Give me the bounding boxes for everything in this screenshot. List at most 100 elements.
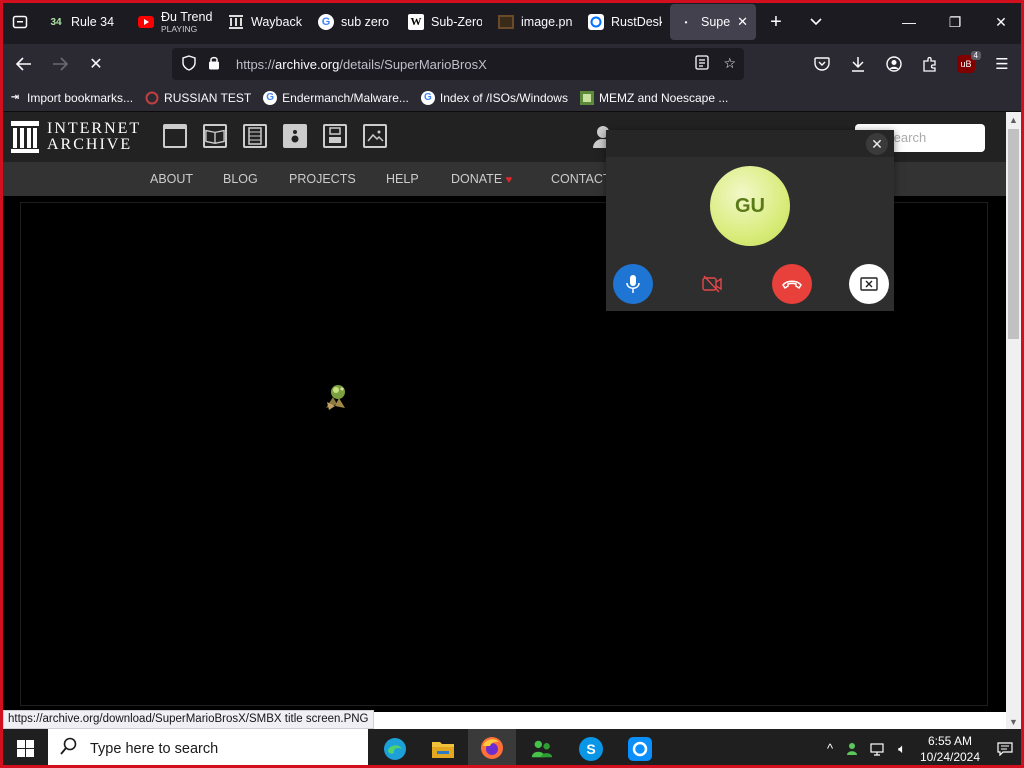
texts-book-icon[interactable] bbox=[203, 124, 227, 148]
taskbar-firefox[interactable] bbox=[468, 729, 516, 768]
bookmark-endermanch-malware[interactable]: G Endermanch/Malware... bbox=[263, 90, 409, 105]
nav-about[interactable]: ABOUT bbox=[150, 172, 193, 186]
tab-image[interactable]: image.pn bbox=[490, 4, 580, 40]
back-arrow-icon[interactable] bbox=[6, 48, 42, 80]
close-tab-icon[interactable]: ✕ bbox=[737, 14, 748, 30]
taskbar-search-placeholder: Type here to search bbox=[90, 740, 219, 757]
tab-wayback[interactable]: Wayback bbox=[220, 4, 310, 40]
scroll-thumb[interactable] bbox=[1008, 129, 1019, 339]
bookmark-russian-test[interactable]: RUSSIAN TEST bbox=[145, 91, 251, 105]
image-favicon bbox=[498, 14, 514, 30]
tab-sub-zero-search[interactable]: G sub zero bbox=[310, 4, 400, 40]
network-icon[interactable] bbox=[866, 742, 890, 756]
bookmark-index-isos-windows[interactable]: G Index of /ISOs/Windows bbox=[420, 90, 568, 105]
close-window-icon[interactable]: ✕ bbox=[978, 0, 1024, 44]
bookmarks-toolbar: ⇥ Import bookmarks... RUSSIAN TEST G End… bbox=[0, 84, 1024, 112]
reader-view-icon[interactable] bbox=[695, 55, 710, 73]
firefox-view-button[interactable] bbox=[0, 0, 40, 44]
tab-sub-zero-wiki[interactable]: W Sub-Zero bbox=[400, 4, 490, 40]
taskbar-rustdesk[interactable] bbox=[616, 729, 664, 768]
images-icon[interactable] bbox=[363, 124, 387, 148]
taskbar-file-explorer[interactable] bbox=[419, 729, 467, 768]
web-icon[interactable] bbox=[163, 124, 187, 148]
nav-blog[interactable]: BLOG bbox=[223, 172, 258, 186]
address-bar[interactable]: https://archive.org/details/SuperMarioBr… bbox=[172, 48, 744, 80]
firefox-icon bbox=[480, 736, 504, 760]
loading-favicon: • bbox=[684, 17, 688, 27]
tracking-protection-shield-icon[interactable] bbox=[182, 54, 196, 74]
screen-share-button[interactable] bbox=[849, 264, 889, 304]
edge-icon bbox=[383, 737, 407, 761]
people-icon bbox=[530, 737, 554, 761]
avatar: GU bbox=[710, 166, 790, 246]
list-all-tabs-chevron-icon[interactable] bbox=[796, 0, 836, 44]
minimize-icon[interactable]: — bbox=[886, 0, 932, 44]
bookmark-star-icon[interactable]: ☆ bbox=[723, 55, 736, 73]
nav-contact[interactable]: CONTACT bbox=[551, 172, 611, 186]
hang-up-button[interactable] bbox=[772, 264, 812, 304]
link-status-url: https://archive.org/download/SuperMarioB… bbox=[3, 710, 374, 729]
restore-icon[interactable]: ❐ bbox=[932, 0, 978, 44]
app-menu-hamburger-icon[interactable]: ☰ bbox=[988, 48, 1016, 80]
bookmark-memz-noescape[interactable]: MEMZ and Noescape ... bbox=[579, 90, 728, 105]
nav-donate[interactable]: DONATE ♥ bbox=[451, 172, 512, 186]
loading-sprite-icon bbox=[326, 385, 345, 410]
stop-loading-icon[interactable]: ✕ bbox=[78, 48, 114, 80]
video-film-icon[interactable] bbox=[243, 124, 267, 148]
taskbar-people[interactable] bbox=[518, 729, 566, 768]
windows-logo-icon bbox=[16, 740, 34, 757]
ia-media-icons bbox=[163, 124, 387, 148]
camera-off-button[interactable] bbox=[692, 264, 732, 304]
new-tab-button[interactable]: + bbox=[756, 0, 796, 44]
import-icon: ⇥ bbox=[10, 92, 20, 103]
url-domain: archive.org bbox=[275, 56, 340, 72]
ia-logo[interactable]: INTERNET ARCHIVE bbox=[11, 121, 141, 153]
google-favicon: G bbox=[420, 90, 435, 105]
playing-label: PLAYING bbox=[161, 23, 198, 34]
hang-up-phone-icon bbox=[782, 280, 802, 290]
taskbar-skype[interactable]: S bbox=[567, 729, 615, 768]
tab-du-trend[interactable]: Đu Trend PLAYING bbox=[130, 4, 220, 40]
tab-strip: 34 Rule 34 Đu Trend PLAYING Wayback G sub… bbox=[0, 0, 1024, 44]
taskbar-edge[interactable] bbox=[371, 729, 419, 768]
people-tray-icon[interactable] bbox=[842, 742, 866, 756]
pocket-icon[interactable] bbox=[808, 48, 836, 80]
start-button[interactable] bbox=[3, 729, 47, 768]
system-clock[interactable]: 6:55 AM 10/24/2024 bbox=[914, 733, 986, 765]
tab-rustdesk[interactable]: RustDesk bbox=[580, 4, 670, 40]
lock-icon[interactable] bbox=[208, 55, 220, 73]
taskbar-search-box[interactable]: Type here to search bbox=[48, 729, 368, 768]
voice-call-widget: ✕ GU bbox=[606, 130, 894, 311]
audio-speaker-icon[interactable] bbox=[283, 124, 307, 148]
nav-projects[interactable]: PROJECTS bbox=[289, 172, 356, 186]
tab-rule34[interactable]: 34 Rule 34 bbox=[40, 4, 130, 40]
rule34-favicon: 34 bbox=[50, 16, 62, 28]
call-widget-header[interactable] bbox=[606, 130, 894, 157]
vertical-scrollbar[interactable]: ▲ ▼ bbox=[1006, 112, 1021, 729]
skype-icon: S bbox=[579, 736, 603, 761]
downloads-icon[interactable] bbox=[844, 48, 872, 80]
forward-arrow-icon[interactable] bbox=[42, 48, 78, 80]
ublock-badge: 4 bbox=[970, 51, 981, 60]
toolbar-right: uB 4 ☰ bbox=[808, 48, 1016, 80]
account-icon[interactable] bbox=[880, 48, 908, 80]
url-text[interactable]: https://archive.org/details/SuperMarioBr… bbox=[236, 57, 487, 72]
notifications-icon[interactable] bbox=[986, 741, 1024, 756]
bookmark-import[interactable]: ⇥ Import bookmarks... bbox=[8, 91, 133, 105]
scroll-up-arrow-icon[interactable]: ▲ bbox=[1006, 112, 1021, 127]
tab-super-mario[interactable]: • Super ✕ bbox=[670, 4, 756, 40]
extensions-puzzle-icon[interactable] bbox=[916, 48, 944, 80]
internet-archive-favicon bbox=[228, 14, 244, 30]
close-call-widget-icon[interactable]: ✕ bbox=[866, 133, 888, 155]
scroll-down-arrow-icon[interactable]: ▼ bbox=[1006, 714, 1021, 729]
navigation-toolbar: ✕ https://archive.org/details/SuperMario… bbox=[0, 44, 1024, 84]
nav-donate-label: DONATE bbox=[451, 172, 503, 186]
microphone-button[interactable] bbox=[613, 264, 653, 304]
ublock-origin-icon[interactable]: uB 4 bbox=[957, 51, 981, 73]
volume-icon[interactable]: 🔈︎ bbox=[890, 741, 914, 757]
software-floppy-icon[interactable] bbox=[323, 124, 347, 148]
ia-logo-line2: ARCHIVE bbox=[47, 136, 133, 153]
nav-help[interactable]: HELP bbox=[386, 172, 419, 186]
windows-taskbar: Type here to search S ^ 🔈︎ 6:55 AM 10/24… bbox=[0, 729, 1024, 768]
show-hidden-icons-chevron-icon[interactable]: ^ bbox=[818, 741, 842, 756]
